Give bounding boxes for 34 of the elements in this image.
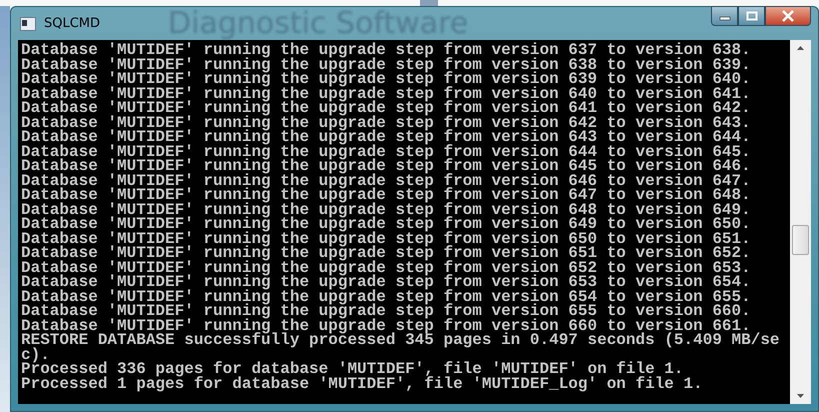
console-line: Database 'MUTIDEF' running the upgrade step from version 641 to version 642. bbox=[21, 101, 752, 116]
console-line: Database 'MUTIDEF' running the upgrade step from version 654 to version 655. bbox=[21, 290, 752, 304]
console-line: Database 'MUTIDEF' running the upgrade step from version 645 to version 646. bbox=[21, 159, 752, 174]
close-icon bbox=[781, 10, 795, 22]
console-line: Database 'MUTIDEF' running the upgrade step from version 642 to version 643. bbox=[21, 116, 752, 130]
maximize-icon bbox=[746, 11, 758, 21]
scrollbar-thumb[interactable] bbox=[792, 225, 809, 255]
console-line: Database 'MUTIDEF' running the upgrade step from version 649 to version 650. bbox=[21, 217, 752, 232]
console-line: Database 'MUTIDEF' running the upgrade step from version 643 to version 644. bbox=[21, 130, 752, 144]
console-line: Database 'MUTIDEF' running the upgrade step from version 637 to version 638. bbox=[21, 43, 752, 58]
console-icon bbox=[20, 16, 36, 30]
console-line: RESTORE DATABASE successfully processed 345 pages in 0.497 seconds (5.409 MB/sec). bbox=[21, 333, 781, 362]
minimize-button[interactable] bbox=[711, 6, 738, 26]
console-line: Database 'MUTIDEF' running the upgrade step from version 647 to version 648. bbox=[21, 188, 752, 202]
console-line: Database 'MUTIDEF' running the upgrade step from version 650 to version 651. bbox=[21, 232, 752, 246]
scroll-down-icon[interactable] bbox=[796, 393, 805, 399]
console-line: Processed 336 pages for database 'MUTIDEF', file 'MUTIDEF' on file 1. bbox=[21, 362, 684, 376]
console-line: Database 'MUTIDEF' running the upgrade step from version 640 to version 641. bbox=[21, 86, 752, 101]
console-line: Database 'MUTIDEF' running the upgrade step from version 648 to version 649. bbox=[21, 202, 752, 217]
console-line: Database 'MUTIDEF' running the upgrade step from version 639 to version 640. bbox=[21, 72, 752, 86]
console-line: Database 'MUTIDEF' running the upgrade step from version 652 to version 653. bbox=[21, 260, 752, 275]
window-title: SQLCMD bbox=[44, 16, 100, 31]
maximize-button[interactable] bbox=[738, 6, 765, 26]
close-button[interactable] bbox=[765, 6, 811, 26]
console-line: Database 'MUTIDEF' running the upgrade step from version 651 to version 652. bbox=[21, 246, 752, 260]
scrollbar[interactable] bbox=[790, 40, 811, 404]
console-line: Database 'MUTIDEF' running the upgrade step from version 644 to version 645. bbox=[21, 144, 752, 159]
console-line: Database 'MUTIDEF' running the upgrade step from version 660 to version 661. bbox=[21, 318, 751, 333]
console-line: Database 'MUTIDEF' running the upgrade step from version 646 to version 647. bbox=[21, 174, 752, 188]
console-line: Database 'MUTIDEF' running the upgrade step from version 638 to version 639. bbox=[21, 58, 752, 72]
scroll-up-icon[interactable] bbox=[796, 45, 805, 51]
console-line: Database 'MUTIDEF' running the upgrade step from version 653 to version 654. bbox=[21, 275, 752, 290]
console-line: Processed 1 pages for database 'MUTIDEF', file 'MUTIDEF_Log' on file 1. bbox=[21, 376, 704, 391]
console-line: Database 'MUTIDEF' running the upgrade step from version 655 to version 660. bbox=[21, 304, 752, 318]
